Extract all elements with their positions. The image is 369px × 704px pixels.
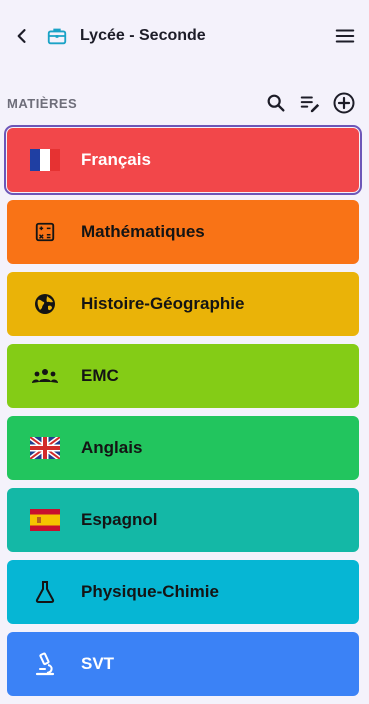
flask-icon <box>29 577 61 607</box>
subject-label: SVT <box>81 654 115 673</box>
globe-icon <box>29 289 61 319</box>
subject-label: Français <box>81 150 151 169</box>
france-flag-icon <box>29 145 61 175</box>
subject-item-emc[interactable]: EMC <box>7 344 359 408</box>
add-circle-icon[interactable] <box>331 90 357 116</box>
uk-flag-icon <box>29 433 61 463</box>
chevron-left-icon[interactable] <box>10 24 34 48</box>
subject-label: Mathématiques <box>81 222 205 241</box>
subjects-section-header: MATIÈRES <box>0 72 369 126</box>
spain-flag-icon <box>29 505 61 535</box>
subject-item-svt[interactable]: SVT <box>7 632 359 696</box>
group-icon <box>29 361 61 391</box>
subject-label: Anglais <box>81 438 143 457</box>
search-icon[interactable] <box>263 90 289 116</box>
subject-item-histoire-geographie[interactable]: Histoire-Géographie <box>7 272 359 336</box>
subject-label: Espagnol <box>81 510 158 529</box>
subject-item-physique-chimie[interactable]: Physique-Chimie <box>7 560 359 624</box>
subject-label: EMC <box>81 366 119 385</box>
page-title: Lycée - Seconde <box>80 27 206 44</box>
briefcase-icon <box>46 25 68 47</box>
subjects-list: Français Mathématiques Histoire-Géograph… <box>4 125 362 704</box>
subject-item-anglais[interactable]: Anglais <box>7 416 359 480</box>
app-header: Lycée - Seconde <box>0 0 369 72</box>
hamburger-menu-icon[interactable] <box>333 24 357 48</box>
subject-item-mathematiques[interactable]: Mathématiques <box>7 200 359 264</box>
subject-label: Physique-Chimie <box>81 582 219 601</box>
subject-item-francais[interactable]: Français <box>4 125 362 195</box>
edit-list-icon[interactable] <box>297 90 323 116</box>
microscope-icon <box>29 649 61 679</box>
subject-label: Histoire-Géographie <box>81 294 245 313</box>
section-label: MATIÈRES <box>7 96 78 111</box>
subject-item-espagnol[interactable]: Espagnol <box>7 488 359 552</box>
calculator-icon <box>29 217 61 247</box>
